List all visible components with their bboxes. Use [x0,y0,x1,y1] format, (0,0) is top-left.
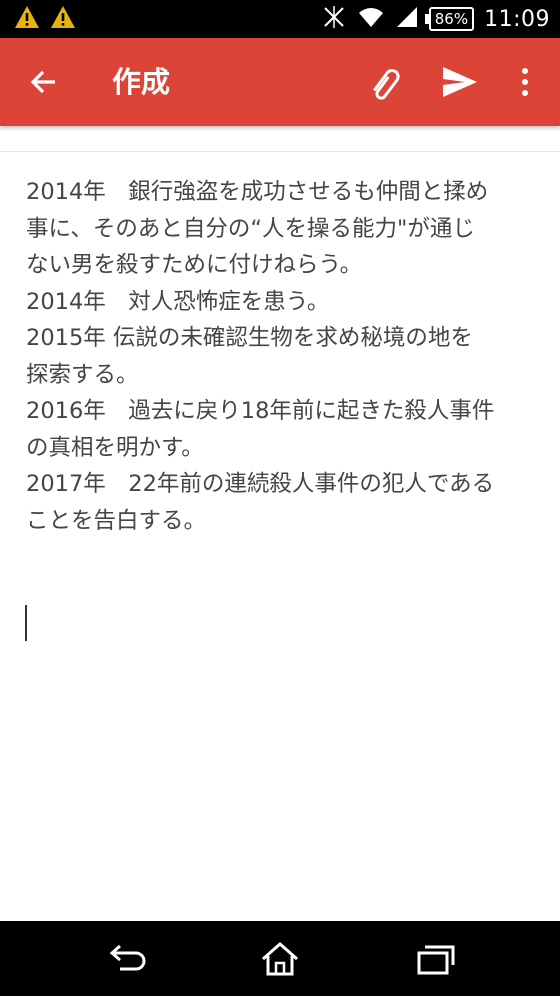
battery-indicator: 86% [424,7,475,31]
home-icon[interactable] [257,939,303,979]
compose-line: ことを告白する。 [26,507,207,534]
compose-line: 2017年 22年前の連続殺人事件の犯人である [26,471,495,497]
text-cursor [25,605,27,641]
warning-icon [50,5,76,29]
app-bar: 作成 [0,38,560,126]
compose-line: 2015年 伝説の未確認生物を求め秘境の地を [26,325,473,351]
no-signal-icon [321,4,347,34]
warning-icon [14,5,40,29]
status-bar: 86% 11:09 [0,0,560,38]
send-icon[interactable] [440,63,480,101]
recent-apps-icon[interactable] [412,939,458,979]
compose-line: の真相を明かす。 [26,434,204,461]
overflow-menu-icon[interactable] [510,62,540,102]
status-right: 86% 11:09 [321,0,550,38]
status-time: 11:09 [484,6,550,32]
status-left [14,5,76,29]
compose-line: 事に、そのあと自分の“人を操る能力"が通じ [26,215,475,242]
back-icon[interactable] [102,939,148,979]
wifi-icon [357,5,385,33]
paperclip-icon[interactable] [366,64,406,100]
compose-line: 探索する。 [26,361,139,388]
compose-line: 2014年 対人恐怖症を患う。 [26,288,330,315]
compose-line: 2016年 過去に戻り18年前に起きた殺人事件 [26,398,495,424]
compose-line: ない男を殺すために付けねらう。 [26,252,363,278]
page-title: 作成 [112,65,171,99]
compose-line: 2014年 銀行強盗を成功させるも仲間と揉め [26,179,489,205]
navigation-bar [0,921,560,996]
compose-body[interactable]: 2014年 銀行強盗を成功させるも仲間と揉め 事に、そのあと自分の“人を操る能力… [26,174,536,539]
back-arrow-icon[interactable] [26,64,62,100]
cell-signal-icon [395,5,419,33]
divider [0,151,560,152]
